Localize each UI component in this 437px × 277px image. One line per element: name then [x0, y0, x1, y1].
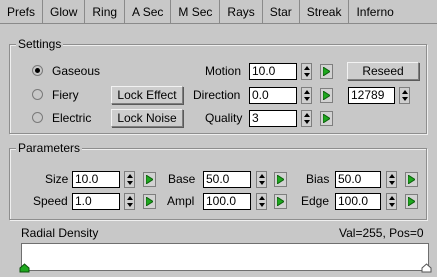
- fiery-radio[interactable]: [32, 89, 43, 100]
- fiery-label: Fiery: [52, 88, 79, 102]
- key-arrow-icon: [146, 175, 153, 184]
- edge-key-button[interactable]: [405, 194, 418, 209]
- radial-density-curve[interactable]: [21, 243, 429, 271]
- radial-density-readout: Val=255, Pos=0: [339, 226, 424, 240]
- reseed-button[interactable]: Reseed: [347, 62, 419, 80]
- quality-spinner[interactable]: [301, 110, 312, 127]
- speed-spinner[interactable]: [124, 193, 135, 210]
- edge-spinner[interactable]: [386, 193, 397, 210]
- lock-effect-button[interactable]: Lock Effect: [111, 86, 183, 104]
- tab-inferno[interactable]: Inferno: [348, 0, 400, 23]
- speed-field[interactable]: 1.0: [72, 193, 120, 210]
- motion-label: Motion: [205, 64, 242, 78]
- ampl-field[interactable]: 100.0: [203, 193, 251, 210]
- speed-key-button[interactable]: [143, 194, 156, 209]
- bias-label: Bias: [306, 172, 330, 186]
- electric-label: Electric: [52, 111, 92, 125]
- tab-glow[interactable]: Glow: [42, 0, 84, 23]
- direction-key-button[interactable]: [320, 88, 333, 103]
- key-arrow-icon: [323, 91, 330, 100]
- tab-ring[interactable]: Ring: [84, 0, 124, 23]
- direction-label: Direction: [193, 88, 241, 102]
- bias-spinner[interactable]: [386, 171, 397, 188]
- tab-prefs[interactable]: Prefs: [0, 0, 42, 23]
- base-spinner[interactable]: [256, 171, 267, 188]
- radial-density-label: Radial Density: [21, 226, 99, 240]
- base-field[interactable]: 50.0: [203, 171, 251, 188]
- size-label: Size: [45, 172, 69, 186]
- size-field[interactable]: 10.0: [72, 171, 120, 188]
- quality-key-button[interactable]: [320, 111, 333, 126]
- size-key-button[interactable]: [143, 172, 156, 187]
- tab-bar: Prefs Glow Ring A Sec M Sec Rays Star St…: [0, 0, 437, 24]
- motion-field[interactable]: 10.0: [249, 63, 297, 80]
- ampl-spinner[interactable]: [256, 193, 267, 210]
- base-key-button[interactable]: [274, 172, 287, 187]
- tab-m-sec[interactable]: M Sec: [170, 0, 219, 23]
- tab-streak[interactable]: Streak: [298, 0, 349, 23]
- gaseous-radio[interactable]: [32, 65, 43, 76]
- key-arrow-icon: [277, 197, 284, 206]
- motion-key-button[interactable]: [320, 64, 333, 79]
- key-arrow-icon: [408, 197, 415, 206]
- edge-field[interactable]: 100.0: [335, 193, 381, 210]
- key-arrow-icon: [408, 175, 415, 184]
- key-arrow-icon: [323, 114, 330, 123]
- ampl-key-button[interactable]: [274, 194, 287, 209]
- bias-key-button[interactable]: [405, 172, 418, 187]
- settings-title: Settings: [16, 37, 64, 51]
- speed-label: Speed: [33, 194, 68, 208]
- bias-field[interactable]: 50.0: [335, 171, 381, 188]
- key-arrow-icon: [146, 197, 153, 206]
- edge-label: Edge: [301, 194, 330, 208]
- quality-label: Quality: [205, 111, 243, 125]
- size-spinner[interactable]: [124, 171, 135, 188]
- direction-field[interactable]: 0.0: [249, 87, 297, 104]
- quality-field[interactable]: 3: [249, 110, 297, 127]
- tab-rays[interactable]: Rays: [219, 0, 261, 23]
- tab-star[interactable]: Star: [261, 0, 299, 23]
- key-arrow-icon: [277, 175, 284, 184]
- ampl-label: Ampl: [167, 194, 195, 208]
- seed-field[interactable]: 12789: [348, 87, 395, 104]
- base-label: Base: [168, 172, 196, 186]
- gaseous-label: Gaseous: [52, 64, 101, 78]
- gradient-marker-start[interactable]: [19, 263, 30, 273]
- seed-spinner[interactable]: [399, 87, 410, 104]
- electric-radio[interactable]: [32, 112, 43, 123]
- direction-spinner[interactable]: [301, 87, 312, 104]
- parameters-title: Parameters: [16, 141, 83, 155]
- tab-a-sec[interactable]: A Sec: [124, 0, 170, 23]
- motion-spinner[interactable]: [301, 63, 312, 80]
- lock-noise-button[interactable]: Lock Noise: [111, 109, 183, 127]
- gradient-marker-end[interactable]: [421, 263, 432, 273]
- key-arrow-icon: [323, 67, 330, 76]
